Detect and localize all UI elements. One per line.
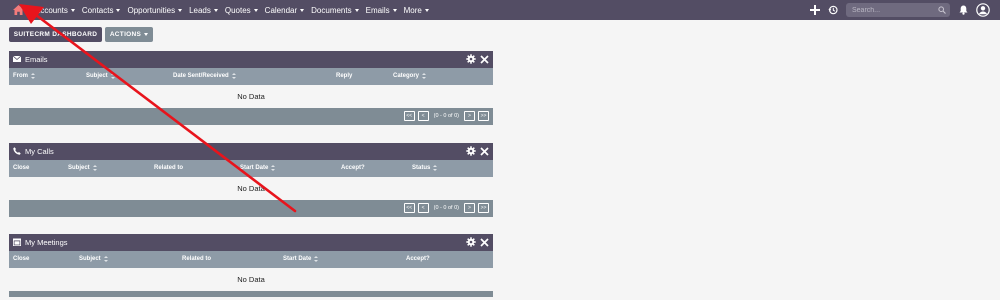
dashlet-tools [466, 237, 489, 249]
prev-page-button[interactable]: < [417, 111, 429, 121]
column-header-related-to: Related to [154, 165, 184, 171]
home-icon[interactable] [8, 0, 28, 20]
column-header-status[interactable]: Status [412, 165, 438, 171]
nav-leads[interactable]: Leads [189, 6, 218, 15]
user-icon[interactable] [976, 3, 990, 17]
sort-icon [422, 73, 427, 79]
nav-quotes[interactable]: Quotes [225, 6, 258, 15]
nav-more[interactable]: More [404, 6, 429, 15]
sort-icon [31, 73, 35, 79]
caret-down-icon [116, 8, 121, 12]
search-input[interactable] [846, 3, 934, 17]
nav-documents[interactable]: Documents [311, 6, 359, 15]
column-header-start-date[interactable]: Start Date [283, 256, 319, 262]
dashlet-title: Emails [25, 55, 48, 64]
dashlet-title: My Meetings [25, 238, 68, 247]
actions-button[interactable]: ACTIONS [105, 27, 153, 42]
plus-icon[interactable] [808, 3, 822, 17]
column-header-from[interactable]: From [13, 73, 35, 79]
sort-icon [271, 165, 276, 171]
sort-icon [110, 73, 115, 79]
gear-icon[interactable] [466, 54, 476, 66]
sort-icon [92, 165, 97, 171]
last-page-button[interactable]: >> [478, 203, 489, 213]
caret-down-icon [424, 8, 429, 12]
envelope-icon [12, 55, 22, 64]
gear-icon[interactable] [466, 146, 476, 158]
pagination-bar: << < (0 - 0 of 0) > >> [9, 108, 493, 125]
caret-down-icon [178, 8, 183, 12]
caret-down-icon [70, 8, 75, 12]
page-count: (0 - 0 of 0) [433, 113, 459, 119]
next-page-button[interactable]: > [464, 203, 475, 213]
empty-state: No Data [9, 268, 493, 291]
first-page-button[interactable]: << [403, 111, 415, 121]
caret-down-icon [213, 8, 218, 12]
last-page-button[interactable]: >> [478, 111, 489, 121]
empty-state: No Data [9, 177, 493, 200]
caret-down-icon [354, 8, 359, 12]
calendar-icon [13, 238, 21, 248]
sort-icon [314, 256, 319, 262]
pagination-bar [9, 291, 493, 297]
column-header-row: From Subject Date Sent/Received Reply Ca… [9, 68, 493, 85]
sort-icon [103, 256, 108, 262]
column-header-close: Close [13, 256, 30, 262]
top-navbar: Accounts Contacts Opportunities Leads Qu… [0, 0, 1000, 20]
sort-icon [231, 73, 236, 79]
close-icon[interactable] [480, 54, 489, 66]
sort-icon [433, 165, 438, 171]
column-header-start-date[interactable]: Start Date [240, 165, 276, 171]
first-page-button[interactable]: << [403, 203, 415, 213]
dashlet-header: My Meetings [9, 234, 493, 251]
search-field[interactable] [846, 3, 950, 17]
caret-down-icon [253, 8, 258, 12]
column-header-subject[interactable]: Subject [86, 73, 115, 79]
column-header-subject[interactable]: Subject [79, 256, 108, 262]
page-count: (0 - 0 of 0) [433, 205, 459, 211]
empty-state: No Data [9, 85, 493, 108]
column-header-date[interactable]: Date Sent/Received [173, 73, 236, 79]
nav-contacts[interactable]: Contacts [82, 6, 121, 15]
column-header-row: Close Subject Related to Start Date Acce… [9, 251, 493, 268]
my-calls-dashlet: My Calls Close Subject Related to Start … [9, 143, 493, 217]
pagination-bar: << < (0 - 0 of 0) > >> [9, 200, 493, 217]
nav-opportunities[interactable]: Opportunities [127, 6, 183, 15]
caret-down-icon [392, 8, 397, 12]
gear-icon[interactable] [466, 237, 476, 249]
column-header-category[interactable]: Category [393, 73, 427, 79]
column-header-row: Close Subject Related to Start Date Acce… [9, 160, 493, 177]
dashlet-header: My Calls [9, 143, 493, 160]
column-header-accept: Accept? [341, 165, 365, 171]
close-icon[interactable] [480, 146, 489, 158]
history-icon[interactable] [826, 3, 840, 17]
column-header-related-to: Related to [182, 256, 212, 262]
caret-down-icon [144, 33, 149, 36]
column-header-reply: Reply [336, 73, 353, 79]
column-header-subject[interactable]: Subject [68, 165, 97, 171]
prev-page-button[interactable]: < [417, 203, 429, 213]
suitecrm-dashboard-tab[interactable]: SUITECRM DASHBOARD [9, 27, 102, 42]
column-header-close: Close [13, 165, 30, 171]
close-icon[interactable] [480, 237, 489, 249]
column-header-accept: Accept? [406, 256, 430, 262]
dashlet-tools [466, 146, 489, 158]
next-page-button[interactable]: > [464, 111, 475, 121]
nav-accounts[interactable]: Accounts [35, 6, 75, 15]
phone-icon [13, 146, 21, 157]
nav-emails[interactable]: Emails [366, 6, 397, 15]
bell-icon[interactable] [956, 3, 970, 17]
emails-dashlet: Emails From Subject Date Sent/Received R… [9, 51, 493, 125]
my-meetings-dashlet: My Meetings Close Subject Related to Sta… [9, 234, 493, 297]
dashlet-tools [466, 54, 489, 66]
navbar-actions [808, 0, 1000, 20]
search-icon[interactable] [938, 6, 946, 16]
caret-down-icon [300, 8, 305, 12]
dashlet-header: Emails [9, 51, 493, 68]
dashlet-title: My Calls [25, 147, 54, 156]
nav-calendar[interactable]: Calendar [265, 6, 305, 15]
